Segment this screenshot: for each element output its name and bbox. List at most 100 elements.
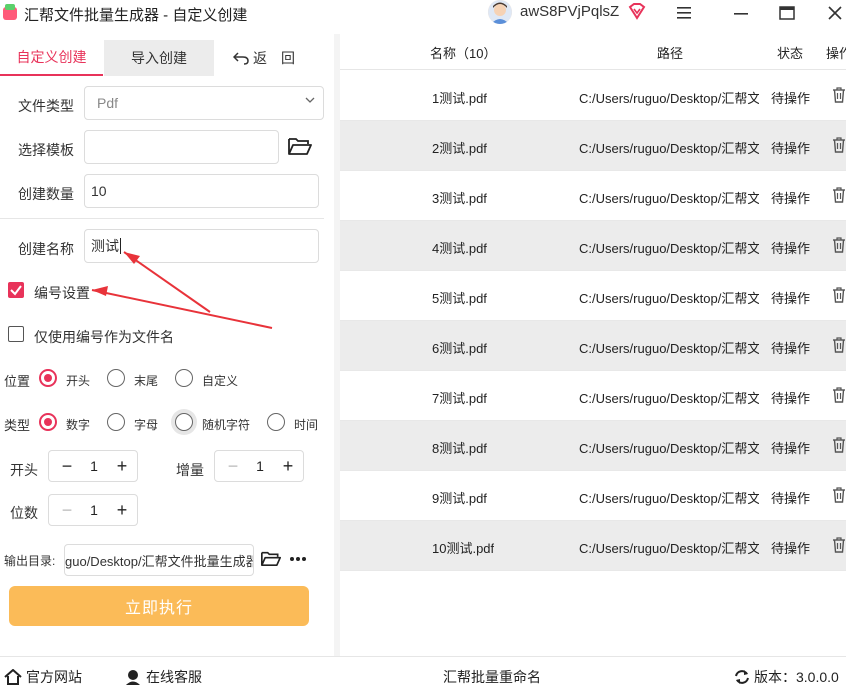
- file-type-label: 文件类型: [18, 98, 74, 114]
- user-avatar[interactable]: [488, 0, 512, 24]
- execute-button[interactable]: 立即执行: [9, 586, 309, 626]
- count-input[interactable]: 10: [84, 174, 319, 208]
- numbering-checkbox[interactable]: [8, 282, 24, 298]
- type-radio-time[interactable]: [267, 413, 285, 431]
- title-bar: 汇帮文件批量生成器 - 自定义创建 awS8PVjPqlsZ: [0, 0, 846, 26]
- output-dir-input[interactable]: guo/Desktop/汇帮文件批量生成器: [64, 544, 254, 576]
- position-radio-custom[interactable]: [175, 369, 193, 387]
- tab-custom-create[interactable]: 自定义创建: [0, 40, 103, 76]
- digits-label: 位数: [10, 505, 38, 521]
- row-file-path: C:/Users/ruguo/Desktop/汇帮文: [579, 491, 759, 506]
- position-start-label: 开头: [66, 374, 91, 388]
- delete-icon[interactable]: [832, 287, 846, 303]
- start-stepper: − 1 +: [48, 450, 138, 482]
- support-icon: [126, 670, 140, 685]
- increment-decrement-button[interactable]: −: [223, 456, 243, 476]
- type-radio-random[interactable]: [175, 413, 193, 431]
- position-end-label: 末尾: [134, 374, 159, 388]
- numbering-label: 编号设置: [34, 285, 90, 301]
- refresh-icon: [735, 670, 749, 684]
- maximize-icon[interactable]: [776, 2, 798, 24]
- row-file-name: 2测试.pdf: [432, 141, 487, 156]
- row-file-path: C:/Users/ruguo/Desktop/汇帮文: [579, 441, 759, 456]
- type-radio-letter[interactable]: [107, 413, 125, 431]
- column-header-path[interactable]: 路径: [657, 43, 683, 62]
- folder-open-icon[interactable]: [288, 136, 312, 156]
- delete-icon[interactable]: [832, 87, 846, 103]
- table-row[interactable]: 8测试.pdf C:/Users/ruguo/Desktop/汇帮文 待操作: [340, 421, 846, 471]
- row-status: 待操作: [771, 291, 811, 306]
- table-row[interactable]: 9测试.pdf C:/Users/ruguo/Desktop/汇帮文 待操作: [340, 471, 846, 521]
- version-label: 版本：3.0.0.0: [754, 669, 839, 685]
- row-file-name: 9测试.pdf: [432, 491, 487, 506]
- online-support-label: 在线客服: [146, 669, 202, 685]
- digits-value[interactable]: 1: [84, 502, 104, 518]
- increment-increment-button[interactable]: +: [278, 456, 298, 476]
- table-header: 名称（10） 路径 状态 操作: [340, 34, 846, 70]
- close-icon[interactable]: [824, 2, 846, 24]
- official-website-label: 官方网站: [26, 669, 82, 685]
- tab-import-create[interactable]: 导入创建: [104, 40, 214, 76]
- row-file-name: 8测试.pdf: [432, 441, 487, 456]
- delete-icon[interactable]: [832, 437, 846, 453]
- table-row[interactable]: 3测试.pdf C:/Users/ruguo/Desktop/汇帮文 待操作: [340, 171, 846, 221]
- start-decrement-button[interactable]: −: [57, 456, 77, 476]
- delete-icon[interactable]: [832, 487, 846, 503]
- column-header-actions[interactable]: 操作: [826, 43, 846, 62]
- start-increment-button[interactable]: +: [112, 456, 132, 476]
- row-status: 待操作: [771, 191, 811, 206]
- only-number-checkbox[interactable]: [8, 326, 24, 342]
- window-title: 汇帮文件批量生成器 - 自定义创建: [24, 7, 248, 24]
- name-input[interactable]: 测试: [84, 229, 319, 263]
- row-file-path: C:/Users/ruguo/Desktop/汇帮文: [579, 291, 759, 306]
- delete-icon[interactable]: [832, 137, 846, 153]
- row-file-path: C:/Users/ruguo/Desktop/汇帮文: [579, 341, 759, 356]
- row-status: 待操作: [771, 491, 811, 506]
- row-status: 待操作: [771, 91, 811, 106]
- undo-icon: [233, 52, 249, 65]
- online-support-link[interactable]: 在线客服: [124, 667, 202, 687]
- menu-icon[interactable]: [674, 2, 696, 24]
- minimize-icon[interactable]: [730, 2, 752, 24]
- table-row[interactable]: 5测试.pdf C:/Users/ruguo/Desktop/汇帮文 待操作: [340, 271, 846, 321]
- column-header-name[interactable]: 名称（10）: [430, 43, 496, 62]
- back-button[interactable]: 返 回: [224, 40, 304, 76]
- template-input[interactable]: [84, 130, 279, 164]
- official-website-link[interactable]: 官方网站: [4, 667, 82, 687]
- table-row[interactable]: 10测试.pdf C:/Users/ruguo/Desktop/汇帮文 待操作: [340, 521, 846, 571]
- home-icon: [4, 669, 22, 685]
- delete-icon[interactable]: [832, 537, 846, 553]
- row-file-path: C:/Users/ruguo/Desktop/汇帮文: [579, 91, 759, 106]
- version-info[interactable]: 版本：3.0.0.0: [734, 667, 839, 687]
- row-status: 待操作: [771, 541, 811, 556]
- position-radio-end[interactable]: [107, 369, 125, 387]
- file-type-select[interactable]: Pdf: [84, 86, 324, 120]
- row-status: 待操作: [771, 241, 811, 256]
- delete-icon[interactable]: [832, 237, 846, 253]
- delete-icon[interactable]: [832, 387, 846, 403]
- column-header-status[interactable]: 状态: [777, 43, 803, 62]
- delete-icon[interactable]: [832, 337, 846, 353]
- start-value[interactable]: 1: [84, 458, 104, 474]
- more-options-icon[interactable]: [289, 556, 307, 562]
- digits-decrement-button[interactable]: −: [57, 500, 77, 520]
- row-status: 待操作: [771, 391, 811, 406]
- delete-icon[interactable]: [832, 187, 846, 203]
- increment-label: 增量: [176, 462, 204, 478]
- table-row[interactable]: 6测试.pdf C:/Users/ruguo/Desktop/汇帮文 待操作: [340, 321, 846, 371]
- table-row[interactable]: 1测试.pdf C:/Users/ruguo/Desktop/汇帮文 待操作: [340, 71, 846, 121]
- text-cursor: [120, 238, 121, 254]
- name-value: 测试: [91, 238, 119, 254]
- table-row[interactable]: 2测试.pdf C:/Users/ruguo/Desktop/汇帮文 待操作: [340, 121, 846, 171]
- type-radio-number[interactable]: [39, 413, 57, 431]
- table-row[interactable]: 4测试.pdf C:/Users/ruguo/Desktop/汇帮文 待操作: [340, 221, 846, 271]
- increment-value[interactable]: 1: [250, 458, 270, 474]
- username[interactable]: awS8PVjPqlsZ: [520, 3, 619, 20]
- digits-increment-button[interactable]: +: [112, 500, 132, 520]
- position-radio-start[interactable]: [39, 369, 57, 387]
- browse-folder-icon[interactable]: [261, 550, 281, 567]
- table-row[interactable]: 7测试.pdf C:/Users/ruguo/Desktop/汇帮文 待操作: [340, 371, 846, 421]
- settings-panel: 自定义创建 导入创建 返 回 文件类型 Pdf 选择模板 创建数量 10 创建名…: [0, 34, 334, 656]
- vip-badge-icon[interactable]: [628, 2, 646, 20]
- batch-rename-link[interactable]: 汇帮批量重命名: [443, 667, 541, 687]
